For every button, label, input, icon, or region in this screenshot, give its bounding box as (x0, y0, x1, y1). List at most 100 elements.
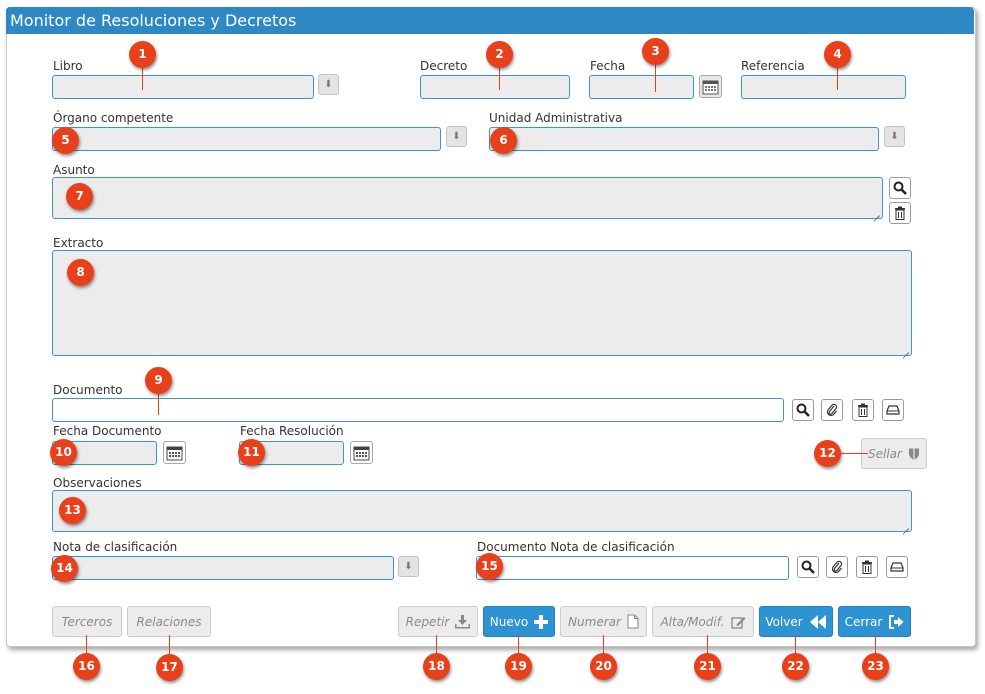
doc-nota-field[interactable] (476, 556, 792, 581)
cerrar-label: Cerrar (844, 614, 883, 629)
resize-handle[interactable] (872, 208, 880, 216)
organo-dropdown-button[interactable]: ⬇ (446, 126, 467, 147)
observaciones-field[interactable] (52, 490, 915, 535)
documento-field[interactable] (52, 398, 787, 423)
sellar-button[interactable]: Sellar (861, 438, 927, 469)
relaciones-button[interactable]: Relaciones (127, 606, 211, 637)
calendar-icon (702, 80, 719, 95)
unidad-input[interactable] (490, 128, 882, 152)
alta-modif-button[interactable]: Alta/Modif. (652, 606, 754, 637)
organo-label: Órgano competente (53, 111, 174, 125)
rewind-icon (809, 614, 826, 629)
trash-icon (858, 403, 868, 417)
observaciones-textarea[interactable] (53, 491, 915, 535)
plus-icon (534, 614, 549, 629)
callout-badge: 21 (694, 653, 721, 680)
callout-connector (603, 635, 604, 653)
callout-badge: 5 (52, 127, 79, 154)
callout-badge: 17 (156, 654, 183, 681)
nota-input[interactable] (53, 557, 397, 581)
callout-badge: 10 (50, 439, 77, 466)
numerar-button[interactable]: Numerar (560, 606, 647, 637)
doc-nota-scan-button[interactable] (886, 556, 908, 578)
callout-badge: 12 (814, 440, 841, 467)
volver-label: Volver (765, 614, 803, 629)
callout-connector (707, 635, 708, 653)
nota-label: Nota de clasificación (53, 540, 178, 554)
fecha-label: Fecha (590, 59, 626, 73)
callout-connector (518, 635, 519, 653)
asunto-field[interactable] (52, 177, 886, 222)
fecha-field[interactable] (589, 75, 697, 100)
referencia-input[interactable] (742, 76, 909, 100)
volver-button[interactable]: Volver (759, 606, 833, 637)
repetir-button[interactable]: Repetir (398, 606, 478, 637)
callout-badge: 11 (238, 439, 265, 466)
fecha-documento-label: Fecha Documento (53, 424, 162, 438)
decreto-field[interactable] (420, 75, 573, 100)
callout-badge: 3 (642, 38, 669, 65)
callout-badge: 19 (505, 653, 532, 680)
callout-connector (875, 635, 876, 653)
referencia-label: Referencia (741, 59, 805, 73)
cerrar-button[interactable]: Cerrar (838, 606, 911, 637)
libro-dropdown-button[interactable]: ⬇ (318, 74, 339, 95)
nuevo-button[interactable]: Nuevo (483, 606, 555, 637)
resize-handle[interactable] (901, 521, 909, 529)
referencia-field[interactable] (741, 75, 909, 100)
fecha-documento-calendar-button[interactable] (163, 441, 186, 464)
callout-badge: 13 (59, 497, 86, 524)
calendar-icon (166, 446, 183, 461)
documento-attach-button[interactable] (821, 399, 843, 421)
fecha-input[interactable] (590, 76, 697, 100)
sellar-label: Sellar (868, 446, 902, 461)
exit-icon (889, 614, 904, 629)
fecha-resolucion-calendar-button[interactable] (350, 441, 373, 464)
unidad-dropdown-button[interactable]: ⬇ (884, 126, 905, 147)
callout-badge: 18 (423, 653, 450, 680)
nota-field[interactable] (52, 556, 397, 581)
callout-badge: 2 (486, 41, 513, 68)
libro-field[interactable] (52, 75, 317, 100)
extracto-field[interactable] (52, 250, 915, 359)
search-icon (801, 560, 815, 574)
download-icon (455, 614, 471, 628)
scanner-icon (886, 405, 900, 415)
callout-connector (158, 392, 159, 415)
terceros-button[interactable]: Terceros (52, 606, 122, 637)
asunto-delete-button[interactable] (889, 202, 911, 224)
decreto-input[interactable] (421, 76, 573, 100)
arrow-down-icon: ⬇ (890, 131, 899, 142)
nota-dropdown-button[interactable]: ⬇ (398, 556, 419, 577)
search-icon (893, 181, 907, 195)
shield-icon (908, 448, 919, 460)
callout-badge: 22 (782, 653, 809, 680)
documento-search-button[interactable] (792, 399, 814, 421)
observaciones-label: Observaciones (53, 476, 142, 490)
libro-input[interactable] (53, 76, 317, 100)
callout-badge: 15 (476, 553, 503, 580)
asunto-search-button[interactable] (889, 177, 911, 199)
extracto-textarea[interactable] (53, 251, 915, 359)
doc-nota-input[interactable] (477, 557, 792, 581)
documento-label: Documento (53, 383, 123, 397)
doc-nota-delete-button[interactable] (856, 556, 878, 578)
doc-nota-search-button[interactable] (797, 556, 819, 578)
repetir-label: Repetir (405, 614, 450, 629)
callout-badge: 1 (129, 41, 156, 68)
documento-scan-button[interactable] (882, 399, 904, 421)
documento-delete-button[interactable] (852, 399, 874, 421)
callout-badge: 23 (862, 653, 889, 680)
unidad-field[interactable] (489, 127, 882, 152)
organo-input[interactable] (53, 128, 444, 152)
organo-field[interactable] (52, 127, 444, 152)
callout-connector (436, 635, 437, 653)
callout-connector (169, 635, 170, 654)
resize-handle[interactable] (901, 345, 909, 353)
callout-badge: 8 (67, 259, 94, 286)
callout-badge: 4 (824, 41, 851, 68)
doc-nota-attach-button[interactable] (826, 556, 848, 578)
documento-input[interactable] (53, 399, 787, 423)
fecha-calendar-button[interactable] (699, 75, 722, 98)
asunto-textarea[interactable] (53, 178, 886, 222)
